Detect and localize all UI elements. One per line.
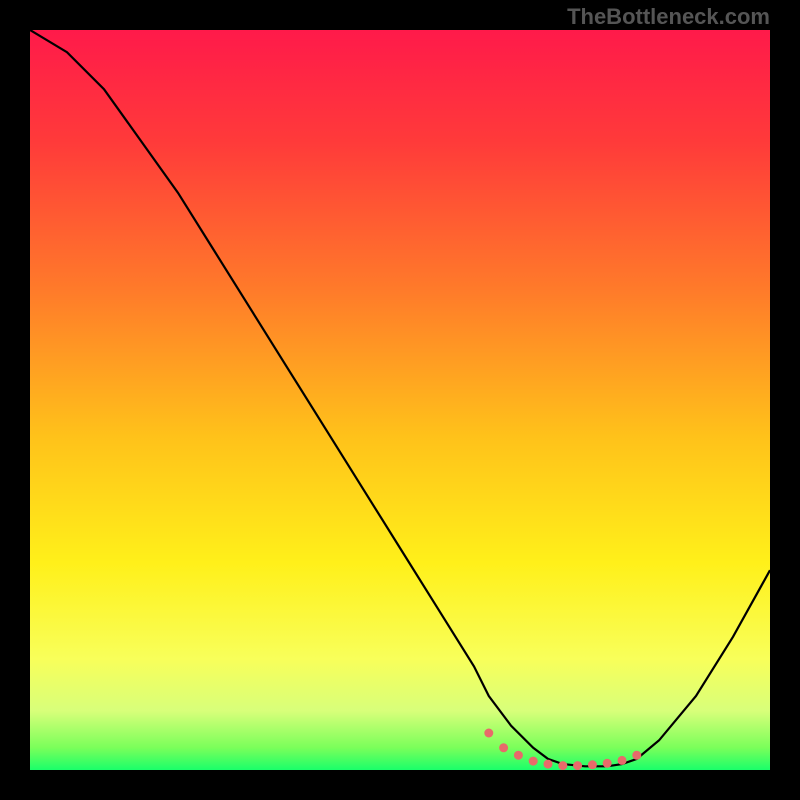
bottleneck-curve bbox=[30, 30, 770, 766]
marker-dot bbox=[632, 751, 641, 760]
marker-dot bbox=[529, 757, 538, 766]
marker-dot bbox=[603, 759, 612, 768]
marker-dot bbox=[514, 751, 523, 760]
marker-dot bbox=[588, 760, 597, 769]
marker-dot bbox=[544, 760, 553, 769]
marker-dot bbox=[558, 761, 567, 770]
marker-dot bbox=[499, 743, 508, 752]
marker-dot bbox=[484, 729, 493, 738]
plot-area bbox=[30, 30, 770, 770]
curve-layer bbox=[30, 30, 770, 770]
marker-dot bbox=[618, 756, 627, 765]
marker-dot bbox=[573, 761, 582, 770]
watermark-text: TheBottleneck.com bbox=[567, 4, 770, 30]
